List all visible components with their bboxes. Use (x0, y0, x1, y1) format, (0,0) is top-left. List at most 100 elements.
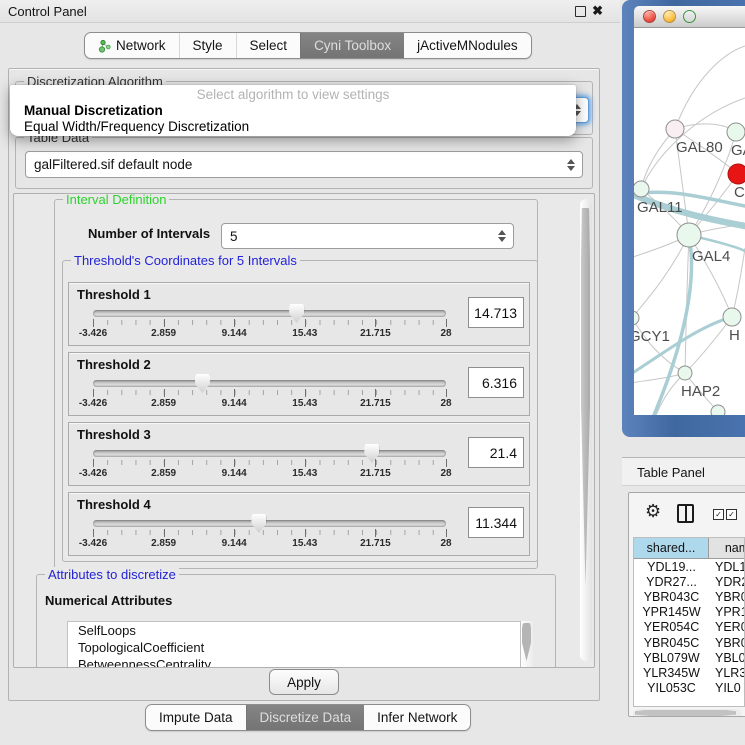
scrollbar-thumb[interactable] (635, 710, 736, 717)
tab-impute-data[interactable]: Impute Data (146, 705, 246, 730)
cyni-mode-tabs: Impute Data Discretize Data Infer Networ… (145, 704, 471, 731)
slider-tick-label: 28 (440, 538, 451, 549)
network-node-gal80[interactable] (666, 120, 684, 138)
table-header-row: shared... name (634, 538, 744, 559)
network-window-titlebar[interactable] (634, 6, 745, 28)
cyni-toolbox-panel: Discretization Algorithm Table Data galF… (8, 68, 600, 701)
threshold-panel-2: Threshold 2-3.4262.8599.14415.4321.71528… (68, 352, 530, 416)
network-node-ga[interactable] (727, 123, 745, 141)
cell-name: YIL0 (709, 681, 745, 696)
tab-style[interactable]: Style (179, 33, 236, 58)
table-row[interactable]: YER054CYER0 (634, 620, 744, 635)
slider-tick-label: 21.715 (360, 398, 391, 409)
network-node-label: H (729, 327, 740, 344)
network-node[interactable] (711, 405, 725, 415)
select-columns-icon[interactable]: ✓ (713, 509, 724, 520)
network-node-h[interactable] (723, 308, 741, 326)
table-row[interactable]: YLR345WYLR3 (634, 665, 744, 680)
threshold-value-field[interactable]: 21.4 (468, 437, 524, 468)
num-intervals-combobox[interactable]: 5 (221, 223, 514, 249)
threshold-label: Threshold 4 (77, 497, 151, 512)
thresholds-group-label: Threshold's Coordinates for 5 Intervals (71, 253, 300, 268)
slider-track[interactable] (93, 450, 446, 457)
slider-major-tick (164, 529, 165, 537)
threshold-value-field[interactable]: 14.713 (468, 297, 524, 328)
slider-track[interactable] (93, 310, 446, 317)
threshold-value-field[interactable]: 6.316 (468, 367, 524, 398)
dropdown-option-manual[interactable]: Manual Discretization (24, 103, 163, 118)
table-data-combobox[interactable]: galFiltered.sif default node (25, 151, 583, 178)
close-icon[interactable]: ✖ (592, 3, 603, 19)
split-columns-icon[interactable] (677, 504, 694, 523)
threshold-value-field[interactable]: 11.344 (468, 507, 524, 538)
slider-minor-ticks (93, 530, 447, 535)
scrollbar-thumb[interactable] (581, 208, 590, 586)
content-vertical-scrollbar[interactable] (580, 199, 592, 661)
threshold-panel-1: Threshold 1-3.4262.8599.14415.4321.71528… (68, 282, 530, 346)
slider-major-tick (446, 319, 447, 327)
network-node-gcy1[interactable] (634, 311, 639, 325)
control-panel-tabs: Network Style Select Cyni Toolbox jActiv… (84, 32, 532, 59)
column-header-shared-name[interactable]: shared... (634, 538, 709, 559)
cell-shared-name: YDR27... (634, 574, 709, 589)
cell-name: YBL0 (709, 650, 745, 665)
table-row[interactable]: YIL053CYIL0 (634, 681, 744, 696)
slider-tick-label: 15.43 (292, 398, 317, 409)
table-row[interactable]: YBR043CYBR0 (634, 589, 744, 604)
float-window-icon[interactable] (575, 6, 586, 17)
node-table[interactable]: shared... name YDL19...YDL1YDR27...YDR2Y… (633, 537, 745, 707)
slider-major-tick (164, 459, 165, 467)
attribute-list-item[interactable]: BetweennessCentrality (68, 656, 520, 668)
dropdown-placeholder: Select algorithm to view settings (10, 87, 576, 102)
tab-jactivemnodules[interactable]: jActiveMNodules (404, 33, 531, 58)
numerical-attributes-list[interactable]: SelfLoopsTopologicalCoefficientBetweenne… (67, 621, 521, 668)
tab-infer-network[interactable]: Infer Network (364, 705, 470, 730)
table-row[interactable]: YDL19...YDL1 (634, 559, 744, 574)
table-row[interactable]: YBL079WYBL0 (634, 650, 744, 665)
settings-gear-icon[interactable]: ⚙ (645, 501, 661, 522)
table-panel-title: Table Panel (637, 465, 705, 480)
zoom-traffic-light[interactable] (683, 10, 696, 23)
slider-track[interactable] (93, 380, 446, 387)
column-header-name[interactable]: name (709, 538, 745, 559)
slider-major-tick (305, 389, 306, 397)
tab-network[interactable]: Network (85, 33, 179, 58)
network-node-c[interactable] (728, 164, 745, 184)
slider-tick-label: 21.715 (360, 538, 391, 549)
tab-cyni-toolbox[interactable]: Cyni Toolbox (300, 33, 404, 58)
slider-tick-label: -3.426 (79, 328, 107, 339)
slider-tick-label: 9.144 (222, 468, 247, 479)
scrollbar-thumb[interactable] (522, 623, 531, 661)
attributes-group: Attributes to discretize Numerical Attri… (36, 574, 556, 668)
attributes-list-scrollbar[interactable] (521, 621, 533, 667)
network-node-gal4[interactable] (677, 223, 701, 247)
threshold-panel-3: Threshold 3-3.4262.8599.14415.4321.71528… (68, 422, 530, 486)
table-row[interactable]: YBR045CYBR0 (634, 635, 744, 650)
dropdown-option-equal-width[interactable]: Equal Width/Frequency Discretization (24, 119, 249, 134)
network-icon (98, 39, 111, 53)
table-row[interactable]: YDR27...YDR2 (634, 574, 744, 589)
threshold-label: Threshold 3 (77, 427, 151, 442)
table-row[interactable]: YPR145WYPR1 (634, 605, 744, 620)
table-horizontal-scrollbar[interactable] (633, 709, 742, 717)
slider-tick-label: -3.426 (79, 538, 107, 549)
minimize-traffic-light[interactable] (663, 10, 676, 23)
network-canvas[interactable]: GAL80GACGAL11GAL4GCY1HHAP2 (634, 28, 745, 415)
attribute-list-item[interactable]: TopologicalCoefficient (68, 639, 520, 656)
cell-shared-name: YIL053C (634, 681, 709, 696)
tab-discretize-data[interactable]: Discretize Data (246, 705, 365, 730)
slider-tick-label: 21.715 (360, 328, 391, 339)
close-traffic-light[interactable] (643, 10, 656, 23)
slider-major-tick (305, 529, 306, 537)
apply-button[interactable]: Apply (269, 669, 339, 695)
table-panel: ⚙ ✓ ✓ shared... name YDL19...YDL1YDR27..… (628, 492, 745, 717)
slider-track[interactable] (93, 520, 446, 527)
network-node-gal11[interactable] (634, 181, 649, 197)
select-all-columns-icon[interactable]: ✓ (726, 509, 737, 520)
slider-major-tick (375, 529, 376, 537)
slider-tick-label: 28 (440, 398, 451, 409)
table-toolbar: ⚙ ✓ ✓ (629, 493, 745, 533)
tab-select[interactable]: Select (236, 33, 301, 58)
attribute-list-item[interactable]: SelfLoops (68, 622, 520, 639)
network-node-hap2[interactable] (678, 366, 692, 380)
